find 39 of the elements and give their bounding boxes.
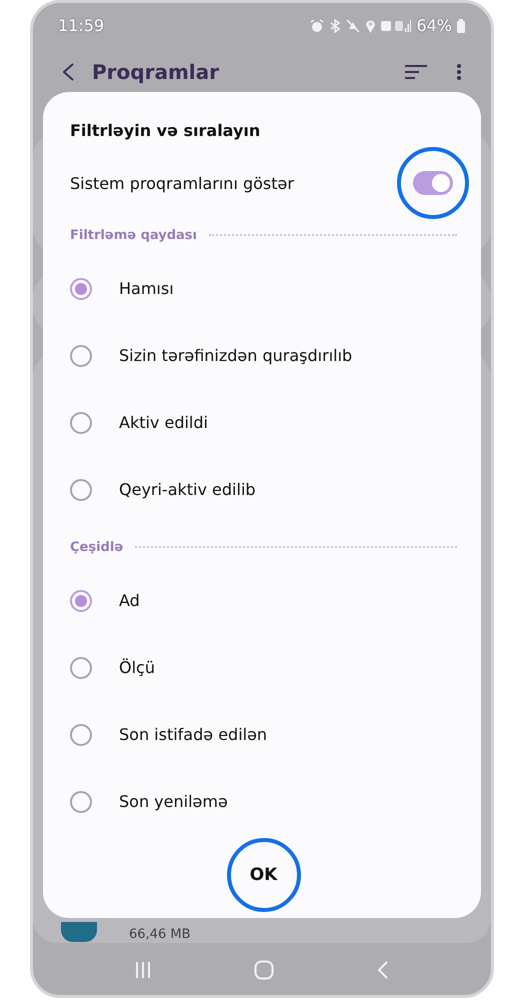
app-icon [61,922,97,942]
home-icon[interactable] [254,960,274,980]
radio-button[interactable] [70,656,92,678]
section-heading: Filtrləmə qaydası [70,228,198,242]
app-size: 66,46 MB [129,927,190,942]
radio-option[interactable]: Son yeniləmə [70,768,457,835]
radio-button[interactable] [70,344,92,366]
filter-icon [405,65,427,79]
radio-option[interactable]: Hamısı [70,255,457,322]
radio-option[interactable]: Sizin tərəfinizdən quraşdırılıb [70,322,457,389]
radio-option[interactable]: Aktiv edildi [70,389,457,456]
location-icon [365,18,376,32]
ok-button[interactable]: OK [234,847,294,903]
radio-button[interactable] [70,724,92,746]
battery-icon [457,18,465,32]
back-icon[interactable] [377,960,390,980]
radio-button[interactable] [70,478,92,500]
radio-option[interactable]: Son istifadə edilən [70,701,457,768]
radio-option[interactable]: Ölçü [70,634,457,701]
mute-icon [346,18,360,32]
back-icon [63,63,74,81]
network-icon [381,18,412,32]
recent-apps-icon[interactable] [134,961,151,979]
bluetooth-icon [329,18,342,32]
radio-button[interactable] [70,412,92,434]
battery-percent: 64% [416,16,452,35]
radio-option[interactable]: Ad [70,567,457,634]
radio-button[interactable] [70,590,92,612]
toggle-label: Sistem proqramlarını göstər [70,174,294,192]
section-heading: Çeşidlə [70,540,124,554]
radio-button[interactable] [70,790,92,812]
toggle-switch[interactable] [413,171,453,195]
more-icon [457,64,461,80]
alarm-icon [310,18,324,32]
dialog-title: Filtrləyin və sıralayın [70,120,262,142]
radio-button[interactable] [70,278,92,300]
status-time: 11:59 [58,16,104,35]
radio-option[interactable]: Qeyri-aktiv edilib [70,456,457,523]
screen-title: Proqramlar [92,60,220,84]
